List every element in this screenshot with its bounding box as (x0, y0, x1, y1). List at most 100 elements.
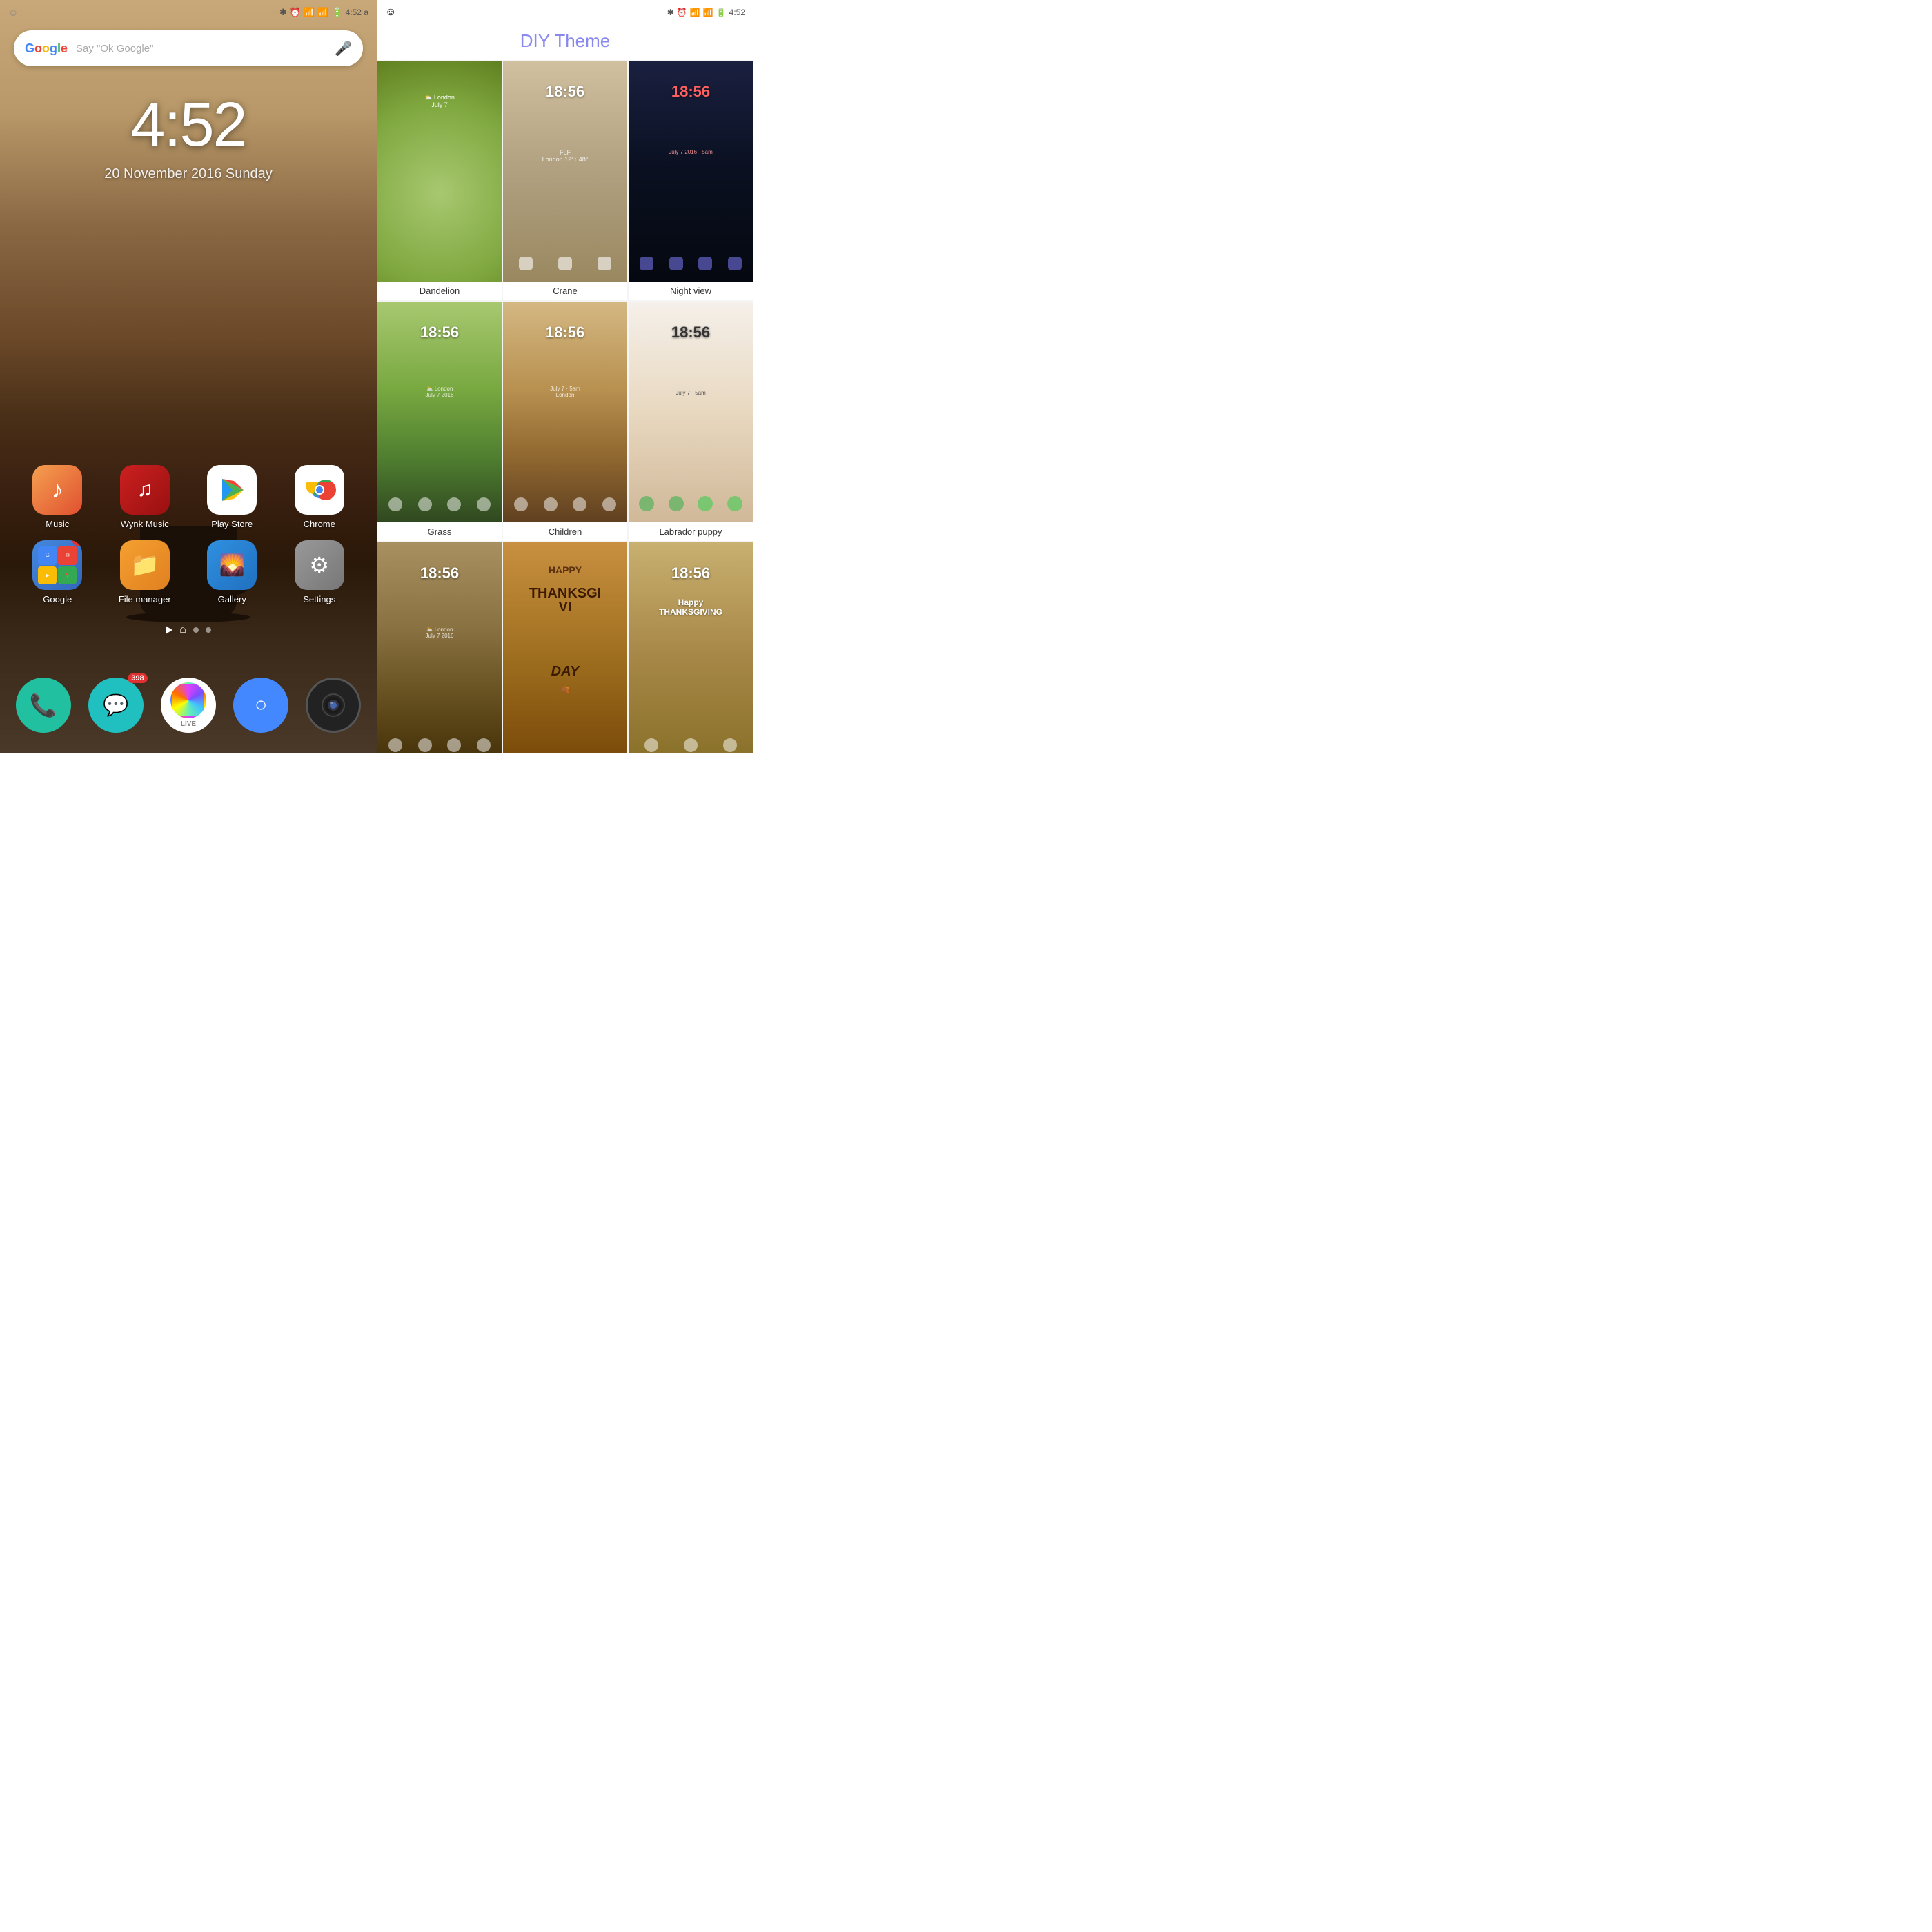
file-manager-icon: 📁 (120, 540, 170, 590)
dot-1 (193, 627, 199, 633)
chipmunks-icons (377, 738, 502, 752)
dandelion-preview: ⛅ LondonJuly 7 (377, 61, 502, 282)
night-time: 18:56 (629, 83, 753, 101)
app-music[interactable]: ♪ Music (23, 465, 92, 529)
theme-crane[interactable]: 18:56 FLFLondon 12°↑ 48° Crane (503, 61, 627, 300)
app-play-store[interactable]: Play Store (197, 465, 266, 529)
right-status-bar: ☺ ✱ ⏰ 📶 📶 🔋 4:52 (377, 0, 753, 25)
wifi-icon: 📶 (304, 7, 315, 18)
right-signal-icon: 📶 (703, 8, 713, 17)
file-manager-label: File manager (119, 594, 171, 604)
dock-phone[interactable]: 📞 (16, 678, 71, 733)
dock-messages[interactable]: 398 💬 (88, 678, 144, 733)
chrome-label: Chrome (304, 519, 335, 529)
chrome-icon (295, 465, 344, 515)
settings-icon: ⚙ (295, 540, 344, 590)
right-status-time: 4:52 (729, 8, 745, 17)
theme-grid[interactable]: ⛅ LondonJuly 7 Dandelion 18:56 FLFLondon… (377, 60, 753, 753)
crane-label: Crane (503, 282, 627, 300)
music-icon: ♪ (32, 465, 82, 515)
labrador-time: 18:56 (629, 324, 753, 342)
live-ring (170, 682, 206, 718)
status-time: 4:52 a (346, 8, 368, 17)
thanksgiving2-icons (629, 738, 753, 752)
dock-camera[interactable] (306, 678, 361, 733)
theme-thanksgiving2[interactable]: 18:56 HappyTHANKSGIVING Thanksgiving... (629, 542, 753, 753)
app-row-1: ♪ Music ♫ Wynk Music (14, 465, 363, 529)
right-wifi-icon: 📶 (690, 8, 700, 17)
clock-time: 4:52 (0, 90, 377, 161)
app-settings[interactable]: ⚙ Settings (285, 540, 354, 604)
children-label: Children (503, 522, 627, 541)
right-battery-icon: 🔋 (716, 8, 727, 17)
gallery-icon: 🌄 (207, 540, 257, 590)
grass-preview: 18:56 ⛅ LondonJuly 7 2016 (377, 302, 502, 522)
theme-children[interactable]: 18:56 July 7 · 5amLondon Children (503, 302, 627, 541)
clock-widget: 4:52 20 November 2016 Sunday (0, 90, 377, 182)
messages-badge: 398 (128, 673, 147, 683)
google-logo: Google (25, 41, 68, 56)
app-file-manager[interactable]: 📁 File manager (110, 540, 179, 604)
theme-grass[interactable]: 18:56 ⛅ LondonJuly 7 2016 Grass (377, 302, 502, 541)
children-icons (503, 497, 627, 511)
play-store-label: Play Store (211, 519, 253, 529)
thanksgiving-day-text: THANKSGIVI (503, 586, 627, 614)
right-status-left: ☺ (385, 6, 396, 19)
status-left-icon: ☺ (8, 7, 18, 18)
crane-icons (503, 257, 627, 270)
app-dock: 📞 398 💬 LIVE ○ (0, 657, 377, 753)
thanksgiving2-time: 18:56 (629, 564, 753, 582)
chipmunks-time: 18:56 (377, 564, 502, 582)
music-label: Music (46, 519, 69, 529)
theme-happy-thanksgiving[interactable]: HAPPY THANKSGIVI DAY 🍂 Happy Thanks... (503, 542, 627, 753)
dot-home: ⌂ (179, 624, 186, 636)
children-preview: 18:56 July 7 · 5amLondon (503, 302, 627, 522)
dock-live[interactable]: LIVE (161, 678, 216, 733)
microphone-icon[interactable]: 🎤 (335, 40, 352, 57)
app-chrome[interactable]: Chrome (285, 465, 354, 529)
labrador-icons (629, 496, 753, 511)
app-gallery[interactable]: 🌄 Gallery (197, 540, 266, 604)
gallery-label: Gallery (218, 594, 246, 604)
children-time: 18:56 (503, 324, 627, 342)
google-folder-icon: 2 G ✉ ▶ 📍 (32, 540, 82, 590)
live-label: LIVE (181, 720, 196, 728)
settings-label: Settings (303, 594, 335, 604)
wynk-music-label: Wynk Music (121, 519, 169, 529)
crane-time: 18:56 (503, 83, 627, 101)
theme-dandelion[interactable]: ⛅ LondonJuly 7 Dandelion (377, 61, 502, 300)
diy-theme-screen: ☺ ✱ ⏰ 📶 📶 🔋 4:52 DIY Theme ⛅ LondonJuly … (377, 0, 753, 753)
alarm-icon: ⏰ (290, 7, 301, 18)
right-bluetooth-icon: ✱ (667, 8, 674, 17)
google-folder-label: Google (43, 594, 72, 604)
theme-chipmunks[interactable]: 18:56 ⛅ LondonJuly 7 2016 The Chipmunks (377, 542, 502, 753)
dot-2 (206, 627, 211, 633)
crane-preview: 18:56 FLFLondon 12°↑ 48° (503, 61, 627, 282)
diy-theme-header: DIY Theme (377, 25, 753, 60)
grass-time: 18:56 (377, 324, 502, 342)
app-wynk-music[interactable]: ♫ Wynk Music (110, 465, 179, 529)
chipmunks-preview: 18:56 ⛅ LondonJuly 7 2016 (377, 542, 502, 753)
app-row-2: 2 G ✉ ▶ 📍 Google 📁 File manager (14, 540, 363, 604)
dock-browser[interactable]: ○ (233, 678, 288, 733)
night-view-preview: 18:56 July 7 2016 · 5am (629, 61, 753, 282)
home-screen: ☺ ✱ ⏰ 📶 📶 🔋 4:52 a Google Say "Ok Google… (0, 0, 377, 753)
clock-date: 20 November 2016 Sunday (0, 166, 377, 182)
dandelion-label: Dandelion (377, 282, 502, 300)
diy-theme-title: DIY Theme (377, 30, 753, 52)
app-google-folder[interactable]: 2 G ✉ ▶ 📍 Google (23, 540, 92, 604)
grass-label: Grass (377, 522, 502, 541)
thanksgiving1-preview: HAPPY THANKSGIVI DAY 🍂 (503, 542, 627, 753)
theme-night-view[interactable]: 18:56 July 7 2016 · 5am Night view (629, 61, 753, 300)
app-grid: ♪ Music ♫ Wynk Music (0, 465, 377, 615)
bluetooth-icon: ✱ (279, 7, 287, 18)
night-icons (629, 257, 753, 270)
night-view-label: Night view (629, 282, 753, 300)
signal-icon: 📶 (317, 7, 328, 18)
google-search-bar[interactable]: Google Say "Ok Google" 🎤 (14, 30, 363, 66)
theme-labrador-puppy[interactable]: 18:56 July 7 · 5am Labrador puppy (629, 302, 753, 541)
grass-icons (377, 497, 502, 511)
google-search-placeholder: Say "Ok Google" (76, 43, 335, 55)
notification-badge: 2 (72, 540, 82, 546)
thanksgiving-happy-text: HAPPY (503, 564, 627, 575)
